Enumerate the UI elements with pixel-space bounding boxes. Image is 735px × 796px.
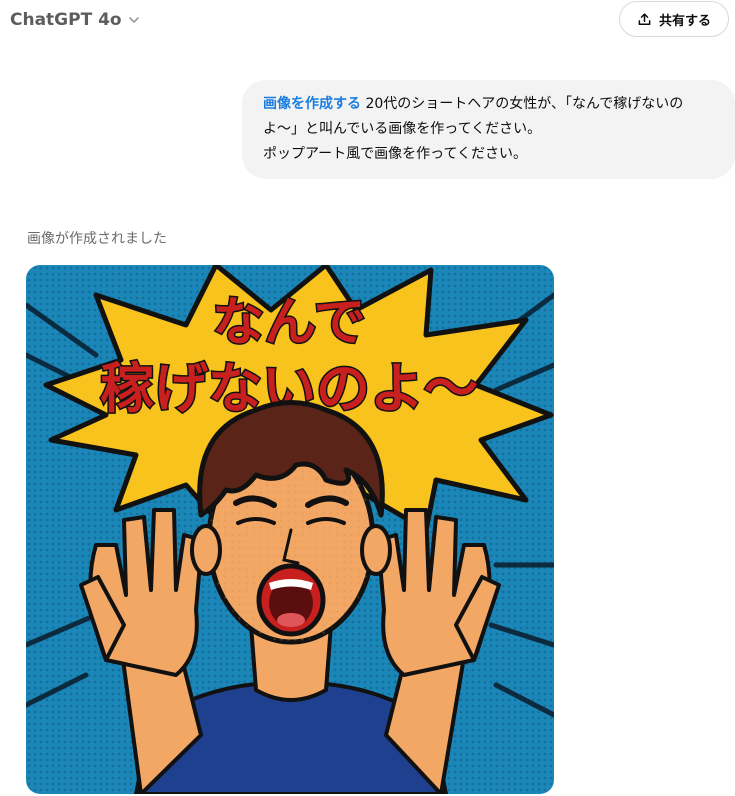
user-message-line-1: 画像を作成する 20代のショートヘアの女性が、「なんで稼げないの bbox=[263, 92, 717, 117]
share-upload-icon bbox=[638, 12, 651, 25]
user-message-line-2: よ〜」と叫んでいる画像を作ってください。 bbox=[263, 121, 542, 137]
caption-line-1: なんで bbox=[212, 293, 365, 353]
chevron-down-icon bbox=[128, 17, 139, 23]
user-message-line-3: ポップアート風で画像を作ってください。 bbox=[263, 146, 528, 162]
pop-art-illustration: なんで 稼げないのよ〜 bbox=[26, 265, 554, 794]
share-label: 共有する bbox=[658, 13, 711, 29]
user-message-text-1: 20代のショートヘアの女性が、「なんで稼げないの bbox=[365, 96, 684, 112]
create-image-tool-tag[interactable]: 画像を作成する bbox=[263, 96, 361, 112]
generated-image[interactable]: なんで 稼げないのよ〜 bbox=[26, 265, 554, 794]
model-name: ChatGPT 4o bbox=[10, 10, 122, 30]
model-switcher[interactable]: ChatGPT 4o bbox=[10, 8, 140, 32]
image-created-status: 画像が作成されました bbox=[27, 231, 167, 247]
user-message-bubble: 画像を作成する 20代のショートヘアの女性が、「なんで稼げないの よ〜」と叫んで… bbox=[242, 80, 735, 179]
share-button[interactable]: 共有する bbox=[619, 1, 729, 37]
